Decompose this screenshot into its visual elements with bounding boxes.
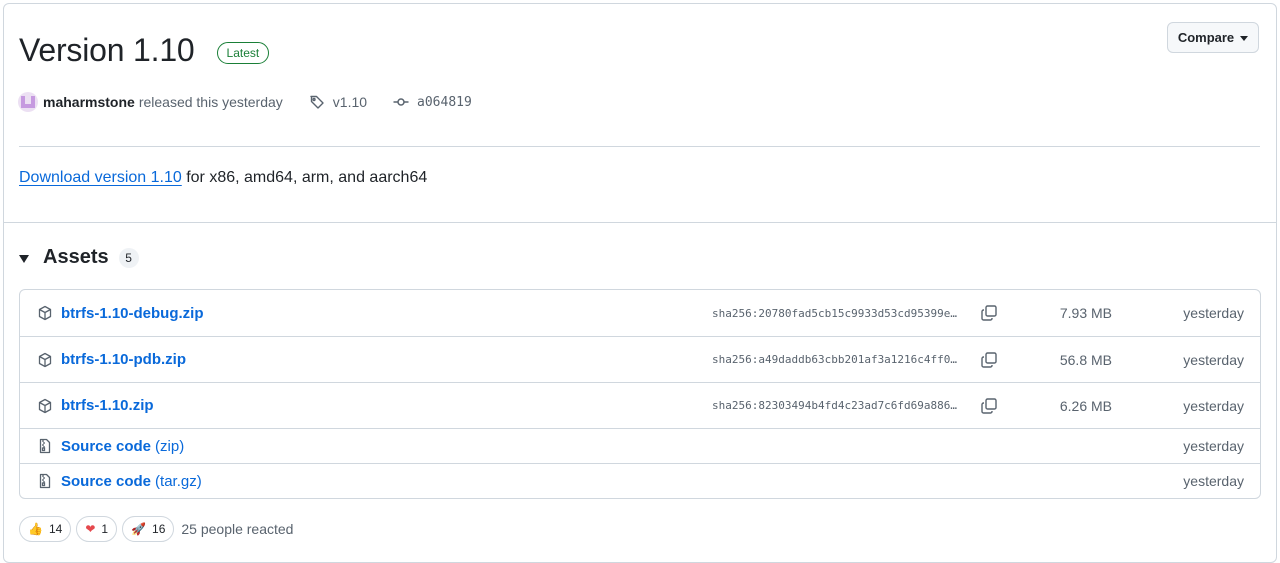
asset-name: Source code [61, 472, 152, 490]
asset-name: btrfs-1.10-pdb.zip [61, 351, 187, 368]
reaction-count: 1 [101, 522, 109, 536]
git-commit-icon [393, 98, 409, 106]
asset-sha: sha256:20780fad5cb15c9933d53cd95399e… [712, 306, 958, 320]
author-link[interactable]: maharmstone [43, 94, 135, 110]
asset-format: (zip) [155, 437, 185, 455]
copy-icon [981, 305, 997, 321]
package-icon [38, 305, 52, 321]
source-code-link[interactable]: Source code (tar.gz) [37, 464, 202, 498]
release-title[interactable]: Version 1.10 [19, 32, 195, 69]
reactions-bar: 👍 14 ❤ 1 🚀 16 25 people reacted [19, 516, 293, 542]
assets-count-badge: 5 [118, 247, 139, 268]
file-zip-icon [39, 473, 51, 489]
tag-icon [310, 95, 324, 109]
asset-format: (tar.gz) [155, 472, 202, 490]
assets-toggle[interactable]: Assets 5 [19, 246, 139, 269]
commit-link[interactable]: a064819 [393, 94, 472, 110]
compare-label: Compare [1177, 30, 1235, 45]
asset-row: btrfs-1.10-debug.zip sha256:20780fad5cb1… [20, 290, 1260, 336]
asset-sha: sha256:a49daddb63cbb201af3a1216c4ff0… [712, 353, 958, 366]
release-header: Version 1.10 Latest [19, 32, 270, 69]
download-link[interactable]: Download version 1.10 [19, 169, 182, 186]
asset-size: 6.26 MB [1059, 397, 1112, 414]
assets-title: Assets [43, 246, 109, 268]
heart-icon: ❤ [85, 522, 96, 536]
asset-date: yesterday [1183, 397, 1244, 414]
divider [4, 222, 1276, 223]
thumbs-up-icon: 👍 [28, 522, 43, 536]
package-icon [38, 352, 52, 367]
download-description: for x86, amd64, arm, and aarch64 [181, 169, 428, 186]
file-zip-icon [39, 438, 51, 454]
asset-link[interactable]: btrfs-1.10.zip [37, 383, 154, 428]
copy-icon [981, 397, 997, 414]
asset-size: 7.93 MB [1059, 305, 1112, 321]
release-body: Download version 1.10 for x86, amd64, ar… [19, 169, 427, 187]
tag-label: v1.10 [332, 94, 368, 110]
asset-sha: sha256:82303494b4fd4c23ad7c6fd69a886… [712, 399, 958, 412]
avatar[interactable] [18, 92, 38, 112]
copy-button[interactable] [980, 337, 998, 382]
reaction-thumbs-up[interactable]: 👍 14 [19, 516, 72, 542]
asset-list: btrfs-1.10-debug.zip sha256:20780fad5cb1… [19, 289, 1261, 499]
asset-size: 56.8 MB [1059, 351, 1112, 368]
copy-icon [981, 351, 997, 368]
asset-link[interactable]: btrfs-1.10-debug.zip [37, 290, 204, 336]
asset-date: yesterday [1183, 473, 1244, 489]
asset-link[interactable]: btrfs-1.10-pdb.zip [37, 337, 186, 382]
asset-name: btrfs-1.10.zip [61, 397, 154, 414]
tag-link[interactable]: v1.10 [309, 94, 367, 110]
asset-date: yesterday [1183, 438, 1244, 454]
asset-row: Source code (tar.gz) yesterday [20, 463, 1260, 498]
divider [19, 146, 1260, 147]
triangle-down-icon [19, 254, 29, 263]
asset-row: btrfs-1.10.zip sha256:82303494b4fd4c23ad… [20, 382, 1260, 428]
release-card: Version 1.10 Latest Compare maharmstone … [3, 3, 1277, 563]
caret-down-icon [1240, 35, 1249, 41]
asset-date: yesterday [1183, 305, 1244, 321]
release-meta: maharmstone released this yesterday v1.1… [18, 92, 472, 112]
copy-button[interactable] [980, 290, 998, 336]
copy-button[interactable] [980, 383, 998, 428]
reaction-rocket[interactable]: 🚀 16 [122, 516, 175, 542]
compare-button[interactable]: Compare [1167, 22, 1259, 53]
reaction-count: 16 [152, 522, 166, 536]
commit-label: a064819 [417, 94, 472, 110]
released-text: released this yesterday [138, 94, 283, 110]
latest-badge: Latest [216, 41, 270, 64]
package-icon [38, 398, 52, 413]
reaction-heart[interactable]: ❤ 1 [76, 516, 118, 542]
asset-name: Source code [61, 437, 152, 455]
asset-row: btrfs-1.10-pdb.zip sha256:a49daddb63cbb2… [20, 336, 1260, 382]
source-code-link[interactable]: Source code (zip) [37, 429, 184, 463]
asset-date: yesterday [1183, 351, 1244, 368]
asset-row: Source code (zip) yesterday [20, 428, 1260, 463]
asset-name: btrfs-1.10-debug.zip [61, 304, 204, 322]
reactions-summary: 25 people reacted [181, 521, 294, 537]
reaction-count: 14 [48, 522, 63, 536]
rocket-icon: 🚀 [131, 522, 147, 536]
